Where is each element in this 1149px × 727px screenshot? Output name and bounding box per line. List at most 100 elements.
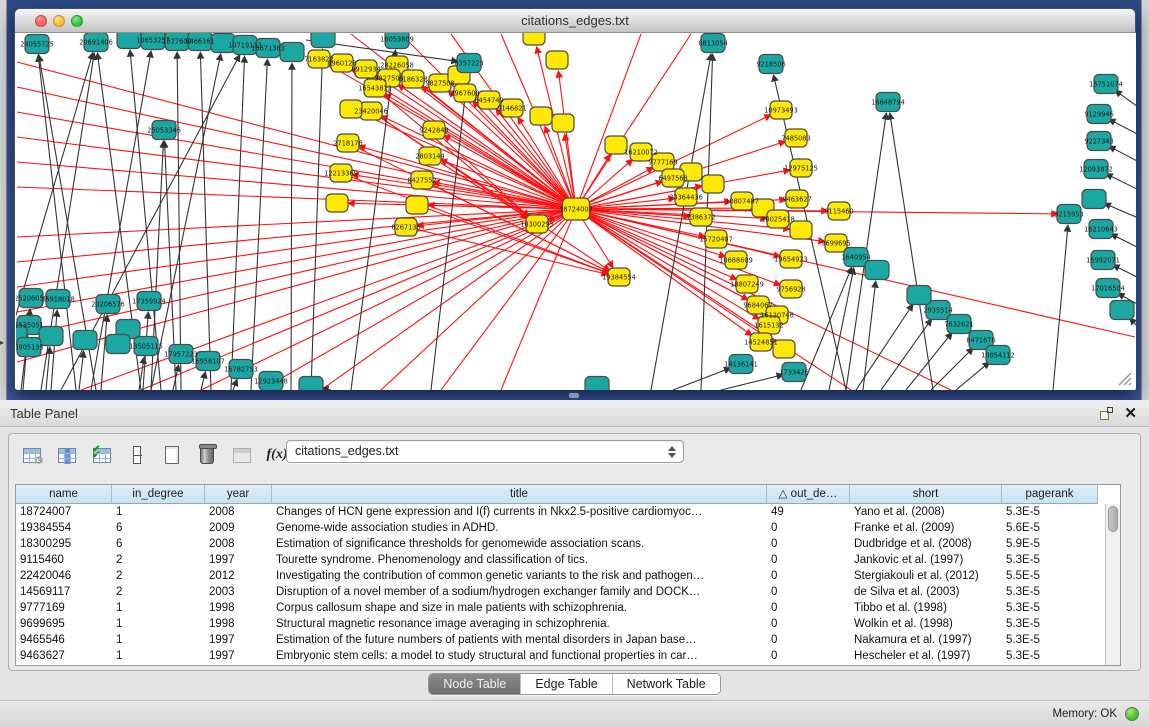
table-cell[interactable]: 2 — [112, 584, 205, 600]
table-cell[interactable]: Estimation of significance thresholds fo… — [272, 536, 767, 552]
table-row[interactable]: 946362711997Embryonic stem cells: a mode… — [16, 648, 1105, 664]
table-row[interactable]: 1872400712008Changes of HCN gene express… — [16, 504, 1105, 520]
table-cell[interactable]: 2009 — [205, 520, 272, 536]
close-panel-icon[interactable]: ✕ — [1124, 404, 1137, 422]
table-cell[interactable]: 0 — [767, 552, 850, 568]
table-cell[interactable]: 6 — [112, 536, 205, 552]
table-cell[interactable]: Yano et al. (2008) — [850, 504, 1002, 520]
table-cell[interactable]: 2008 — [205, 536, 272, 552]
network-node[interactable] — [552, 114, 574, 132]
splitter-handle[interactable] — [569, 393, 579, 398]
column-visibility-icon[interactable] — [54, 442, 80, 468]
table-cell[interactable]: 2 — [112, 552, 205, 568]
table-cell[interactable]: 9465546 — [16, 632, 112, 648]
table-cell[interactable]: 2003 — [205, 584, 272, 600]
column-header-name[interactable]: name — [16, 485, 112, 504]
tab-node-table[interactable]: Node Table — [429, 674, 521, 694]
table-cell[interactable]: 0 — [767, 568, 850, 584]
table-cell[interactable]: 0 — [767, 616, 850, 632]
table-cell[interactable]: 1997 — [205, 632, 272, 648]
table-cell[interactable]: Corpus callosum shape and size in male p… — [272, 600, 767, 616]
merge-rows-icon[interactable] — [124, 442, 150, 468]
table-cell[interactable]: Nakamura et al. (1997) — [850, 632, 1002, 648]
network-canvas[interactable]: 1872400771638228960128891293428226058982… — [16, 33, 1136, 390]
tab-edge-table[interactable]: Edge Table — [521, 674, 612, 694]
network-node[interactable] — [790, 221, 812, 239]
table-settings-icon[interactable]: ⚙ — [19, 442, 45, 468]
table-cell[interactable]: 9463627 — [16, 648, 112, 664]
network-node[interactable] — [106, 335, 130, 354]
table-cell[interactable]: 5.3E-5 — [1002, 584, 1098, 600]
network-node[interactable] — [1082, 190, 1106, 209]
table-cell[interactable]: de Silva et al. (2003) — [850, 584, 1002, 600]
table-cell[interactable]: Dudbridge et al. (2008) — [850, 536, 1002, 552]
resize-grip[interactable] — [1115, 369, 1133, 387]
table-cell[interactable]: 22420046 — [16, 568, 112, 584]
row-select-check-icon[interactable]: ✔ — [89, 442, 115, 468]
float-window-icon[interactable] — [1100, 407, 1113, 420]
table-selector-dropdown[interactable]: citations_edges.txt — [286, 440, 684, 463]
scrollbar-thumb[interactable] — [1108, 506, 1118, 532]
table-cell[interactable]: Jankovic et al. (1997) — [850, 552, 1002, 568]
column-header-short[interactable]: short — [850, 485, 1002, 504]
table-row[interactable]: 2242004622012Investigating the contribut… — [16, 568, 1105, 584]
table-cell[interactable]: 5.3E-5 — [1002, 616, 1098, 632]
table-cell[interactable]: 6 — [112, 520, 205, 536]
table-cell[interactable]: Franke et al. (2009) — [850, 520, 1002, 536]
table-cell[interactable]: 5.9E-5 — [1002, 536, 1098, 552]
table-cell[interactable]: 1997 — [205, 552, 272, 568]
column-header-title[interactable]: title — [272, 485, 767, 504]
table-row[interactable]: 1456911722003Disruption of a novel membe… — [16, 584, 1105, 600]
column-header-out_de[interactable]: △ out_de… — [767, 485, 850, 504]
network-node[interactable] — [546, 51, 568, 69]
table-cell[interactable]: Hescheler et al. (1997) — [850, 648, 1002, 664]
network-node[interactable] — [530, 107, 552, 125]
table-row[interactable]: 977716911998Corpus callosum shape and si… — [16, 600, 1105, 616]
table-row[interactable]: 969969511998Structural magnetic resonanc… — [16, 616, 1105, 632]
table-row[interactable]: 911546021997Tourette syndrome. Phenomeno… — [16, 552, 1105, 568]
table-cell[interactable]: 2 — [112, 568, 205, 584]
table-cell[interactable]: 0 — [767, 536, 850, 552]
network-node[interactable] — [311, 33, 335, 48]
table-cell[interactable]: 0 — [767, 648, 850, 664]
new-file-icon[interactable] — [159, 442, 185, 468]
column-header-in_degree[interactable]: in_degree — [112, 485, 205, 504]
table-cell[interactable]: 14569117 — [16, 584, 112, 600]
table-cell[interactable]: 1 — [112, 616, 205, 632]
table-cell[interactable]: 1 — [112, 632, 205, 648]
table-cell[interactable]: 5.3E-5 — [1002, 552, 1098, 568]
window-titlebar[interactable]: citations_edges.txt — [15, 9, 1135, 33]
network-node[interactable] — [585, 377, 609, 391]
network-node[interactable] — [406, 196, 428, 214]
vertical-scrollbar[interactable] — [1105, 504, 1120, 665]
tab-network-table[interactable]: Network Table — [613, 674, 720, 694]
table-cell[interactable]: 2012 — [205, 568, 272, 584]
table-cell[interactable]: 0 — [767, 600, 850, 616]
table-cell[interactable]: 1997 — [205, 648, 272, 664]
table-cell[interactable]: 1 — [112, 648, 205, 664]
table-cell[interactable]: 5.3E-5 — [1002, 648, 1098, 664]
network-node[interactable] — [1110, 301, 1134, 320]
network-node[interactable] — [73, 331, 97, 350]
table-cell[interactable]: 1 — [112, 504, 205, 520]
table-cell[interactable]: 1 — [112, 600, 205, 616]
table-cell[interactable]: 5.5E-5 — [1002, 568, 1098, 584]
table-cell[interactable]: Changes of HCN gene expression and I(f) … — [272, 504, 767, 520]
table-cell[interactable]: 1998 — [205, 616, 272, 632]
left-collapsed-panel[interactable]: ▸ — [0, 0, 7, 400]
network-node[interactable] — [865, 261, 889, 280]
table-cell[interactable]: 0 — [767, 520, 850, 536]
table-cell[interactable]: 9699695 — [16, 616, 112, 632]
table-cell[interactable]: Disruption of a novel member of a sodium… — [272, 584, 767, 600]
network-node[interactable] — [907, 286, 931, 305]
table-row[interactable]: 946554611997Estimation of the future num… — [16, 632, 1105, 648]
memory-status-dot[interactable] — [1125, 707, 1139, 721]
table-cell[interactable]: Embryonic stem cells: a model to study s… — [272, 648, 767, 664]
table-row[interactable]: 1830029562008Estimation of significance … — [16, 536, 1105, 552]
table-cell[interactable]: 9777169 — [16, 600, 112, 616]
column-header-pagerank[interactable]: pagerank — [1002, 485, 1098, 504]
table-cell[interactable]: Wolkin et al. (1998) — [850, 616, 1002, 632]
table-cell[interactable]: 18300295 — [16, 536, 112, 552]
table-cell[interactable]: Structural magnetic resonance image aver… — [272, 616, 767, 632]
import-table-icon[interactable] — [229, 442, 255, 468]
